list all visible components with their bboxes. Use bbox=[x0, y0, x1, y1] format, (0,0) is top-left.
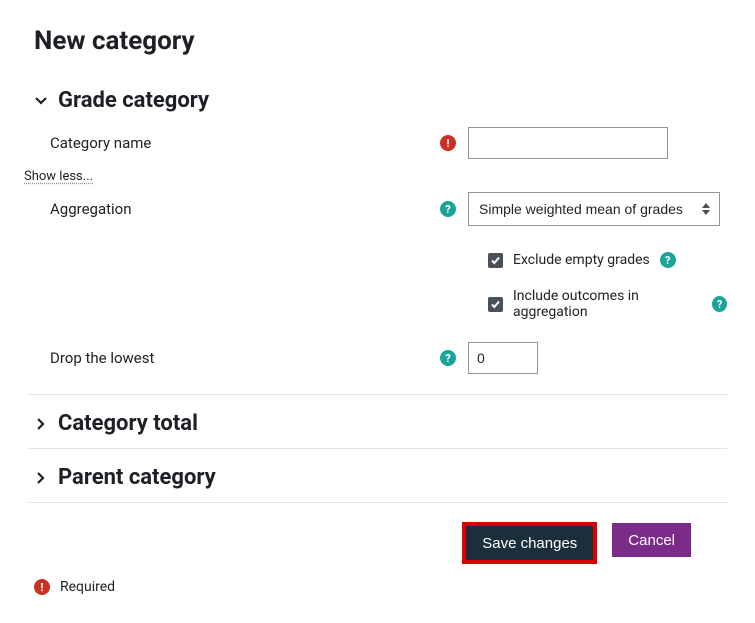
cancel-button[interactable]: Cancel bbox=[612, 523, 691, 557]
chevron-right-icon bbox=[34, 417, 48, 431]
page-title: New category bbox=[34, 26, 727, 56]
section-toggle-category-total[interactable]: Category total bbox=[28, 405, 727, 449]
section-title-parent-category: Parent category bbox=[58, 465, 216, 490]
chevron-down-icon bbox=[34, 94, 48, 108]
section-title-category-total: Category total bbox=[58, 411, 198, 436]
save-button-highlight: Save changes bbox=[463, 523, 596, 563]
section-toggle-grade-category[interactable]: Grade category bbox=[28, 82, 727, 121]
help-icon[interactable]: ? bbox=[440, 350, 456, 366]
section-toggle-parent-category[interactable]: Parent category bbox=[28, 459, 727, 503]
help-icon[interactable]: ? bbox=[440, 201, 456, 217]
drop-lowest-label: Drop the lowest bbox=[50, 349, 154, 367]
section-title-grade-category: Grade category bbox=[58, 88, 209, 113]
include-outcomes-label: Include outcomes in aggregation bbox=[513, 288, 702, 320]
exclude-empty-checkbox[interactable] bbox=[488, 253, 503, 268]
help-icon[interactable]: ? bbox=[660, 252, 676, 268]
show-less-link[interactable]: Show less... bbox=[24, 165, 93, 184]
category-name-input[interactable] bbox=[468, 127, 668, 159]
aggregation-label: Aggregation bbox=[50, 200, 132, 218]
aggregation-select[interactable]: Simple weighted mean of grades bbox=[468, 192, 720, 226]
required-legend: Required bbox=[60, 579, 115, 595]
save-button[interactable]: Save changes bbox=[466, 526, 593, 560]
exclude-empty-label: Exclude empty grades bbox=[513, 252, 650, 268]
required-icon: ! bbox=[440, 135, 456, 151]
help-icon[interactable]: ? bbox=[712, 296, 727, 312]
category-name-label: Category name bbox=[50, 134, 151, 152]
chevron-right-icon bbox=[34, 471, 48, 485]
drop-lowest-input[interactable] bbox=[468, 342, 538, 374]
include-outcomes-checkbox[interactable] bbox=[488, 297, 503, 312]
required-icon: ! bbox=[34, 579, 50, 595]
